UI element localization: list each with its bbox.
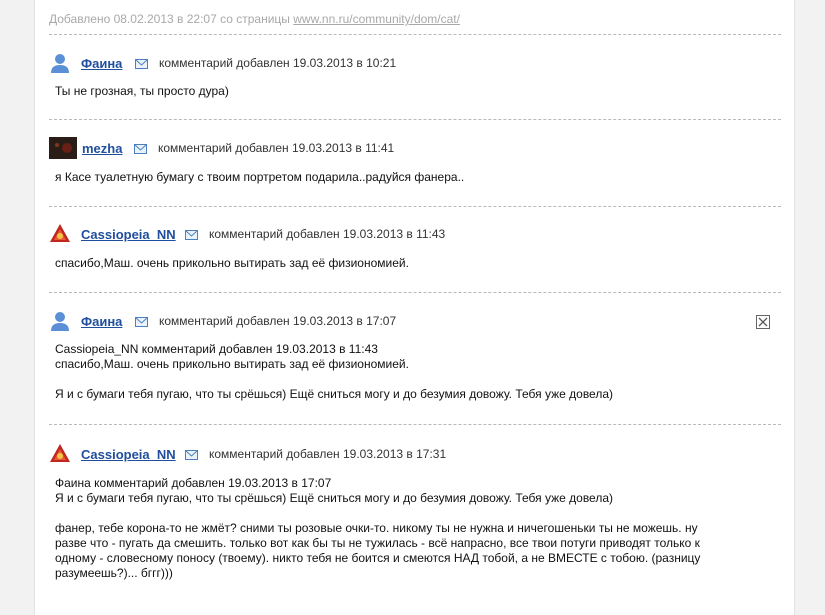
added-prefix: Добавлено 08.02.2013 в 22:07 со страницы [49, 12, 290, 26]
default-user-avatar-icon[interactable] [49, 52, 71, 74]
comment-text: Cassiopeia_NN комментарий добавлен 19.03… [55, 342, 614, 401]
comment-item: Cassiopeia_NN комментарий добавлен 19.03… [49, 223, 781, 270]
comment-text: Фаина комментарий добавлен 19.03.2013 в … [55, 476, 701, 580]
comment-meta: комментарий добавлен 19.03.2013 в 10:21 [159, 56, 397, 70]
mail-icon[interactable] [134, 144, 147, 154]
user-photo-avatar[interactable] [49, 137, 77, 159]
comment-text: я Касе туалетную бумагу с твоим портрето… [55, 170, 465, 184]
mail-icon[interactable] [185, 230, 198, 240]
comment-header: mezha комментарий добавлен 19.03.2013 в … [49, 137, 781, 159]
separator [49, 206, 781, 207]
comment-text: Ты не грозная, ты просто дура) [55, 84, 229, 98]
mail-icon[interactable] [185, 450, 198, 460]
author-name[interactable]: Фаина [81, 56, 122, 71]
star-emblem-avatar[interactable] [49, 223, 71, 245]
comment-item: Фаина комментарий добавлен 19.03.2013 в … [49, 310, 781, 401]
comment-header: Cassiopeia_NN комментарий добавлен 19.03… [49, 223, 781, 245]
comment-item: Фаина комментарий добавлен 19.03.2013 в … [49, 52, 781, 98]
author-name[interactable]: Фаина [81, 314, 122, 329]
comment-header: Фаина комментарий добавлен 19.03.2013 в … [49, 310, 781, 332]
comment-item: mezha комментарий добавлен 19.03.2013 в … [49, 137, 781, 184]
added-info: Добавлено 08.02.2013 в 22:07 со страницы… [49, 12, 460, 26]
separator [49, 119, 781, 120]
author-name[interactable]: Cassiopeia_NN [81, 227, 176, 242]
author-name[interactable]: mezha [82, 141, 122, 156]
default-user-avatar-icon[interactable] [49, 310, 71, 332]
separator [49, 292, 781, 293]
comment-meta: комментарий добавлен 19.03.2013 в 17:31 [209, 447, 447, 461]
comment-meta: комментарий добавлен 19.03.2013 в 17:07 [159, 314, 397, 328]
star-emblem-avatar[interactable] [49, 443, 71, 465]
mail-icon[interactable] [135, 317, 148, 327]
page-content: Добавлено 08.02.2013 в 22:07 со страницы… [34, 0, 795, 615]
comment-item: Cassiopeia_NN комментарий добавлен 19.03… [49, 443, 781, 580]
comment-header: Фаина комментарий добавлен 19.03.2013 в … [49, 52, 781, 74]
author-name[interactable]: Cassiopeia_NN [81, 447, 176, 462]
source-link[interactable]: www.nn.ru/community/dom/cat/ [293, 12, 460, 26]
mail-icon[interactable] [135, 59, 148, 69]
comment-meta: комментарий добавлен 19.03.2013 в 11:43 [209, 227, 446, 241]
comment-meta: комментарий добавлен 19.03.2013 в 11:41 [158, 141, 395, 155]
comment-header: Cassiopeia_NN комментарий добавлен 19.03… [49, 443, 781, 465]
comment-text: спасибо,Маш. очень прикольно вытирать за… [55, 256, 409, 270]
close-icon[interactable] [756, 315, 770, 329]
separator [49, 34, 781, 35]
separator [49, 424, 781, 425]
